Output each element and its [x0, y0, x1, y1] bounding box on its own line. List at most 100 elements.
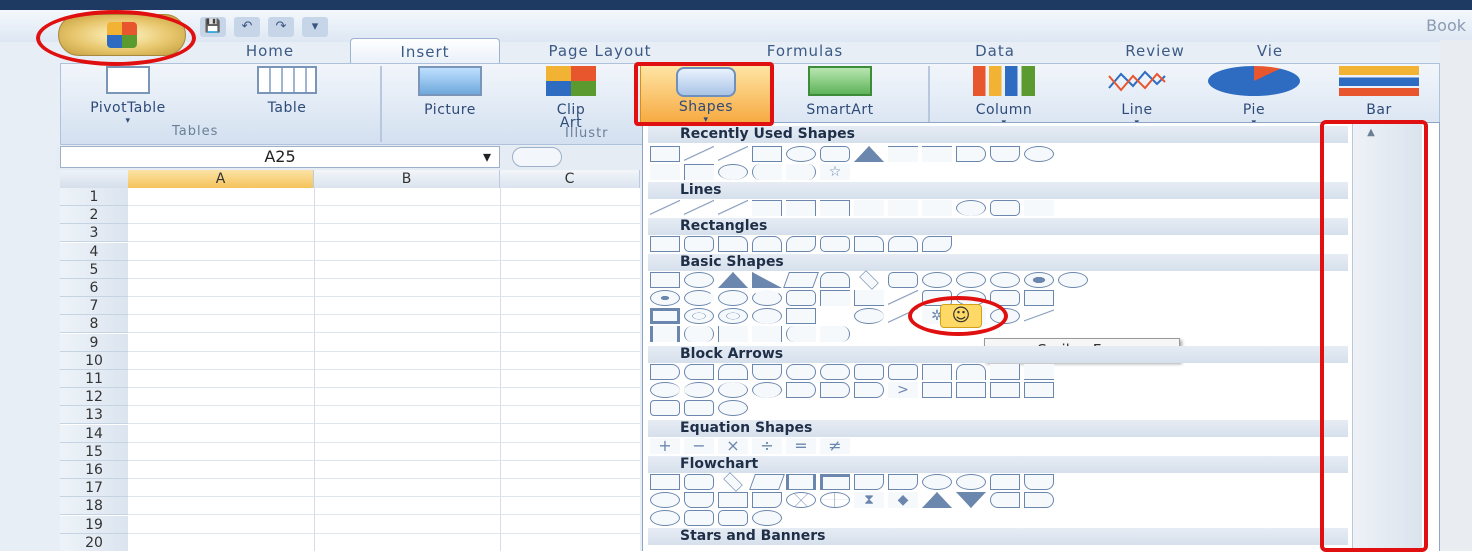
name-box[interactable]: A25 ▾ [60, 146, 500, 168]
circular-arrow-shape[interactable] [718, 400, 748, 416]
flowchart-alternate-process-shape[interactable] [684, 474, 714, 490]
flowchart-internal-storage-shape[interactable] [820, 474, 850, 490]
double-arrow-shape[interactable] [718, 200, 748, 216]
curved-down-arrow-shape[interactable] [752, 382, 782, 398]
flowchart-process-shape[interactable] [650, 474, 680, 490]
flowchart-sequential-access-storage-shape[interactable] [650, 510, 680, 526]
curved-connector-shape[interactable] [854, 200, 884, 216]
arrow-shape[interactable] [684, 200, 714, 216]
multiply-shape-icon[interactable]: × [718, 438, 748, 454]
curved-up-arrow-shape[interactable] [718, 382, 748, 398]
quad-arrow-shape[interactable] [854, 364, 884, 380]
snip-single-corner-rectangle-shape[interactable] [718, 236, 748, 252]
tab-review[interactable]: Review [1080, 38, 1230, 64]
bevel-shape[interactable] [650, 308, 680, 324]
round-same-side-rectangle-shape[interactable] [888, 236, 918, 252]
half-frame-shape[interactable] [820, 290, 850, 306]
heptagon-shape[interactable] [956, 272, 986, 288]
scribble-shape[interactable] [1024, 200, 1054, 216]
u-turn-arrow-shape[interactable] [956, 364, 986, 380]
row-header[interactable]: 3 [60, 224, 128, 243]
row-header[interactable]: 1 [60, 188, 128, 206]
curved-right-arrow-shape[interactable] [650, 382, 680, 398]
flowchart-data-shape[interactable] [749, 474, 785, 490]
tab-data[interactable]: Data [910, 38, 1080, 64]
elbow-arrow-shape[interactable] [786, 200, 816, 216]
text-box-shape[interactable] [650, 272, 680, 288]
right-bracket-shape[interactable] [752, 326, 782, 342]
flowchart-terminator-shape[interactable] [922, 474, 952, 490]
row-header[interactable]: 17 [60, 479, 128, 498]
right-arrow-shape[interactable] [956, 146, 986, 162]
rectangle-shape[interactable] [650, 236, 680, 252]
left-brace-shape[interactable] [786, 326, 816, 342]
tab-home[interactable]: Home [190, 38, 350, 64]
tab-page-layout[interactable]: Page Layout [500, 38, 700, 64]
row-header[interactable]: 6 [60, 279, 128, 297]
donut-shape[interactable] [650, 290, 680, 306]
row-header[interactable]: 8 [60, 315, 128, 334]
block-arc-shape[interactable] [752, 308, 782, 324]
flowchart-decision-shape[interactable] [723, 472, 743, 492]
scroll-up-icon[interactable]: ▲ [1364, 128, 1378, 138]
dodecagon-shape[interactable] [1058, 272, 1088, 288]
triangle-shape[interactable] [718, 272, 748, 288]
snip-and-round-rectangle-shape[interactable] [820, 236, 850, 252]
elbow-arrow-connector-shape[interactable] [922, 146, 952, 162]
no-symbol-shape[interactable] [718, 308, 748, 324]
oval-shape[interactable] [786, 146, 816, 162]
name-box-dropdown-icon[interactable]: ▾ [483, 147, 491, 167]
bent-arrow-shape[interactable] [922, 364, 952, 380]
freeform-shape[interactable] [684, 164, 714, 180]
right-brace-shape[interactable] [820, 326, 850, 342]
column-header-a[interactable]: A [128, 170, 314, 188]
flowchart-multidocument-shape[interactable] [888, 474, 918, 490]
flowchart-magnetic-disk-shape[interactable] [684, 510, 714, 526]
chord-shape[interactable] [718, 290, 748, 306]
row-header[interactable]: 10 [60, 351, 128, 370]
folded-corner-shape[interactable] [786, 308, 816, 324]
left-right-arrow-shape[interactable] [786, 364, 816, 380]
elbow-connector-shape[interactable] [752, 200, 782, 216]
flowchart-sort-shape-icon[interactable]: ◆ [888, 492, 918, 508]
row-header[interactable]: 15 [60, 442, 128, 461]
undo-icon[interactable]: ↶ [234, 17, 260, 37]
flowchart-manual-input-shape[interactable] [990, 474, 1020, 490]
lightning-bolt-shape[interactable] [888, 308, 918, 324]
save-icon[interactable]: 💾 [200, 17, 226, 37]
heart-shape[interactable] [854, 308, 884, 324]
fx-button[interactable] [512, 147, 562, 167]
row-header[interactable]: 14 [60, 424, 128, 443]
star-shape-icon[interactable]: ☆ [820, 164, 850, 180]
chevron-shape-icon[interactable]: > [888, 382, 918, 398]
octagon-shape[interactable] [990, 272, 1020, 288]
curved-double-arrow-shape[interactable] [922, 200, 952, 216]
row-header[interactable]: 2 [60, 206, 128, 225]
elbow-double-arrow-shape[interactable] [820, 200, 850, 216]
row-header[interactable]: 7 [60, 297, 128, 316]
line-shape[interactable] [650, 200, 680, 216]
row-header[interactable]: 5 [60, 260, 128, 279]
down-arrow-callout-shape[interactable] [956, 382, 986, 398]
right-arrow-shape[interactable] [650, 364, 680, 380]
rounded-rectangle-shape[interactable] [820, 146, 850, 162]
line-chart-button[interactable]: Line ▾ [1092, 66, 1182, 128]
shape-more[interactable] [1024, 146, 1054, 162]
l-shape[interactable] [854, 290, 884, 306]
redo-icon[interactable]: ↷ [268, 17, 294, 37]
smartart-button[interactable]: SmartArt [776, 66, 904, 118]
snip-same-side-corner-rectangle-shape[interactable] [752, 236, 782, 252]
tab-view[interactable]: Vie [1230, 38, 1310, 64]
tab-insert[interactable]: Insert [350, 38, 500, 64]
elbow-connector-shape[interactable] [888, 146, 918, 162]
freeform-shape[interactable] [990, 200, 1020, 216]
parallelogram-shape[interactable] [783, 272, 819, 288]
decagon-shape[interactable] [1024, 272, 1054, 288]
left-up-arrow-shape[interactable] [990, 364, 1020, 380]
column-header-b[interactable]: B [314, 170, 500, 188]
cube-shape[interactable] [1024, 290, 1054, 306]
arc-shape[interactable] [718, 164, 748, 180]
minus-shape-icon[interactable]: − [684, 438, 714, 454]
pentagon-shape[interactable] [888, 272, 918, 288]
arc-shape[interactable] [1024, 308, 1054, 324]
